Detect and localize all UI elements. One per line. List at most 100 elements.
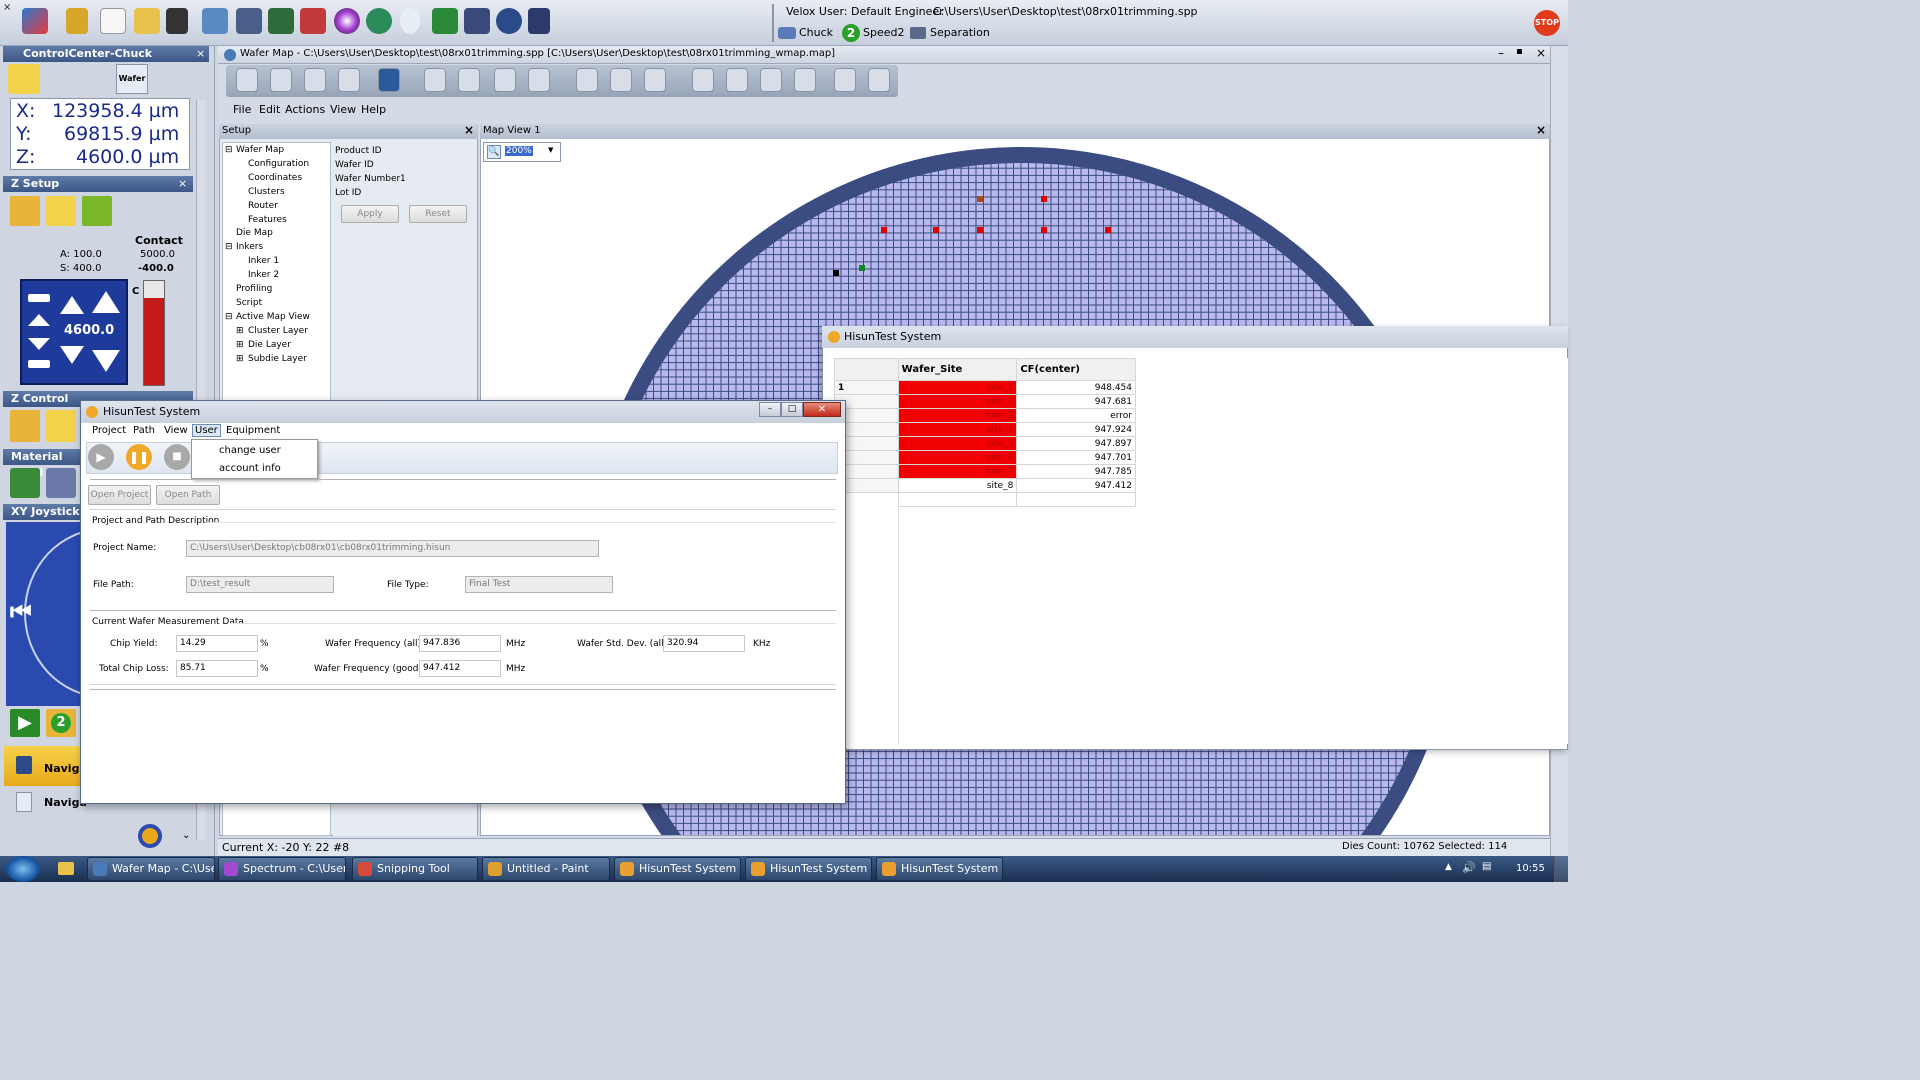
cf-cell[interactable]: error — [1016, 408, 1136, 423]
chevron-down-icon[interactable]: ⌄ — [182, 830, 190, 841]
align-icon[interactable] — [794, 68, 816, 92]
chuck-button[interactable] — [8, 64, 40, 94]
minimize-icon[interactable]: – — [1498, 46, 1504, 60]
pause-button[interactable]: ❚❚ — [126, 444, 152, 470]
nav-item-1[interactable]: Naviga — [4, 746, 87, 786]
inker-icon[interactable] — [270, 68, 292, 92]
zoom-control[interactable]: 🔍 200% ▼ — [483, 142, 561, 162]
z-down-fast-arrow-icon[interactable] — [92, 350, 120, 372]
nav-item-2[interactable]: Naviga — [4, 788, 87, 818]
menu-user[interactable]: User — [192, 424, 221, 437]
cf-cell[interactable]: 947.897 — [1016, 436, 1136, 451]
close-button[interactable]: ✕ — [803, 402, 841, 417]
rotate-icon[interactable] — [494, 68, 516, 92]
tree-item[interactable]: Features — [248, 215, 287, 225]
menu-edit[interactable]: Edit — [259, 103, 280, 116]
tree-item[interactable]: Configuration — [248, 159, 309, 169]
z-down-arrow-icon[interactable] — [60, 346, 84, 364]
wafer-load-icon[interactable] — [10, 468, 40, 498]
wafer-left-icon[interactable] — [692, 68, 714, 92]
play-step-icon[interactable]: ▶ — [10, 709, 40, 737]
die-add-icon[interactable] — [424, 68, 446, 92]
close-icon[interactable]: × — [1536, 46, 1546, 60]
menu-view[interactable]: View — [330, 103, 356, 116]
cf-cell[interactable]: 947.785 — [1016, 464, 1136, 479]
wafer-unload-icon[interactable] — [46, 468, 76, 498]
show-desktop-button[interactable] — [1554, 856, 1568, 882]
z-step-down-icon[interactable] — [28, 338, 50, 350]
z-up-arrow-icon[interactable] — [60, 296, 84, 314]
menu-path[interactable]: Path — [133, 425, 155, 436]
tree-item[interactable]: Inker 1 — [248, 256, 279, 266]
wafer-map-icon[interactable] — [236, 68, 258, 92]
table-row[interactable]: 1 site_1 948.454 — [834, 380, 1136, 395]
maximize-icon[interactable]: ▪ — [1516, 46, 1523, 57]
site-cell[interactable]: site_5 — [897, 436, 1018, 451]
tree-item[interactable]: Wafer Map — [236, 145, 284, 155]
z-step-up-icon[interactable] — [28, 314, 50, 326]
table-row[interactable]: site_4 947.924 — [834, 422, 1136, 437]
menu-help[interactable]: Help — [361, 103, 386, 116]
tree-item[interactable]: Inkers — [236, 242, 263, 252]
tree-item[interactable]: Router — [248, 201, 278, 211]
z-up-small-icon[interactable] — [28, 294, 50, 302]
new-file-icon[interactable] — [100, 8, 126, 34]
chuck-icon[interactable] — [236, 8, 262, 34]
tree-item[interactable]: Subdie Layer — [248, 354, 307, 364]
site-cell[interactable]: site_8 — [897, 478, 1018, 493]
die-erase-icon[interactable] — [458, 68, 480, 92]
file-type-field[interactable]: Final Test — [465, 576, 613, 593]
volume-icon[interactable]: 🔊 — [1462, 861, 1476, 874]
badge-2-icon[interactable]: 2 — [46, 709, 76, 737]
microscope-icon[interactable] — [464, 8, 490, 34]
site-cell[interactable]: site_7 — [897, 464, 1018, 479]
network-icon[interactable]: ▤ — [1482, 861, 1491, 872]
app-logo-icon[interactable] — [22, 8, 48, 34]
tree-item[interactable]: Coordinates — [248, 173, 302, 183]
site-cell[interactable]: site_3 — [897, 408, 1018, 423]
sub-grid-icon[interactable] — [868, 68, 890, 92]
wf-good-field[interactable]: 947.412 — [419, 660, 501, 677]
col-header-cf[interactable]: CF(center) — [1016, 358, 1136, 381]
taskbar-tab[interactable]: HisunTest System — [614, 857, 741, 881]
start-button[interactable] — [6, 856, 40, 882]
tree-item[interactable]: Cluster Layer — [248, 326, 308, 336]
wafer-center-icon[interactable] — [726, 68, 748, 92]
site-cell[interactable]: site_1 — [897, 380, 1018, 395]
zoom-region-icon[interactable] — [610, 68, 632, 92]
tree-item[interactable]: Die Map — [236, 228, 273, 238]
open-path-button[interactable]: Open Path — [156, 485, 220, 505]
site-cell[interactable]: site_2 — [897, 394, 1018, 409]
tree-expand-icon[interactable]: ⊞ — [236, 354, 244, 364]
move-icon[interactable] — [834, 68, 856, 92]
site-cell[interactable]: site_6 — [897, 450, 1018, 465]
cf-cell[interactable]: 947.701 — [1016, 450, 1136, 465]
file-path-field[interactable]: D:\test_result — [186, 576, 334, 593]
menu-change-user[interactable]: change user — [219, 445, 281, 456]
pattern-icon[interactable] — [528, 68, 550, 92]
stop-small-button[interactable]: ■ — [164, 444, 190, 470]
tree-expand-icon[interactable]: ⊞ — [236, 340, 244, 350]
cf-cell[interactable]: 947.924 — [1016, 422, 1136, 437]
cf-cell[interactable]: 947.412 — [1016, 478, 1136, 493]
menu-actions[interactable]: Actions — [285, 103, 325, 116]
site-cell[interactable]: site_4 — [897, 422, 1018, 437]
color-wheel-icon[interactable] — [334, 8, 360, 34]
angle-icon[interactable] — [366, 8, 392, 34]
menu-file[interactable]: File — [233, 103, 251, 116]
taskbar-tab[interactable]: HisunTest System — [745, 857, 872, 881]
menu-equipment[interactable]: Equipment — [226, 425, 280, 436]
table-row[interactable]: site_8 947.412 — [834, 478, 1136, 493]
tree-item[interactable]: Clusters — [248, 187, 285, 197]
open-project-button[interactable]: Open Project — [88, 485, 151, 505]
z-preset-1-button[interactable] — [10, 196, 40, 226]
total-loss-field[interactable]: 85.71 — [176, 660, 258, 677]
grid-select-icon[interactable] — [378, 68, 400, 92]
lightbulb-icon[interactable] — [400, 8, 420, 34]
flag-icon[interactable] — [300, 8, 326, 34]
speed-label[interactable]: Speed2 — [863, 26, 904, 39]
apply-button[interactable]: Apply — [341, 205, 399, 223]
table-row[interactable]: site_7 947.785 — [834, 464, 1136, 479]
save-icon[interactable] — [304, 68, 326, 92]
grid-icon[interactable] — [644, 68, 666, 92]
